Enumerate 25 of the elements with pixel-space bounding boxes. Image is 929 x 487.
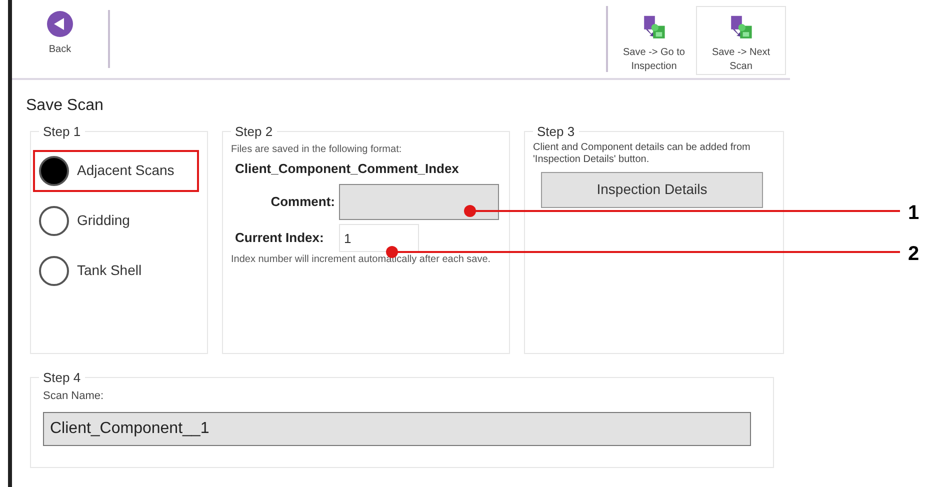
group-legend: Step 4 [39, 368, 85, 388]
radio-option[interactable]: Adjacent Scans [33, 150, 199, 192]
step3-description: Client and Component details can be added from 'Inspection Details' button. [533, 142, 752, 166]
format-text: Client_Component_Comment_Index [235, 160, 460, 178]
format-intro: Files are saved in the following format: [231, 142, 403, 156]
radio-option[interactable]: Gridding [33, 200, 199, 242]
group-legend: Step 1 [39, 122, 85, 142]
group-legend: Step 2 [231, 122, 277, 142]
scan-name-field[interactable]: Client_Component__1 [43, 412, 751, 446]
toolbar-button[interactable]: Save -> Go to Inspection [616, 6, 692, 75]
index-field[interactable]: 1 [339, 224, 419, 252]
toolbar-button[interactable]: Save -> Next Scan [696, 6, 786, 75]
group-legend: Step 3 [533, 122, 579, 142]
comment-field[interactable] [339, 184, 499, 220]
radio-option[interactable]: Tank Shell [33, 250, 199, 292]
back-icon [46, 10, 74, 38]
index-note: Index number will increment automatically after each save. [231, 254, 492, 266]
scan-name-label: Scan Name: [43, 388, 105, 404]
index-label: Current Index: [234, 229, 325, 248]
callout-number: 1 [908, 201, 920, 226]
back-button[interactable]: Back [12, 0, 108, 78]
comment-label: Comment: [270, 193, 336, 212]
page-title: Save Scan [26, 96, 104, 116]
inspection-details-button[interactable]: Inspection Details [541, 172, 763, 208]
callout-number: 2 [908, 242, 920, 267]
